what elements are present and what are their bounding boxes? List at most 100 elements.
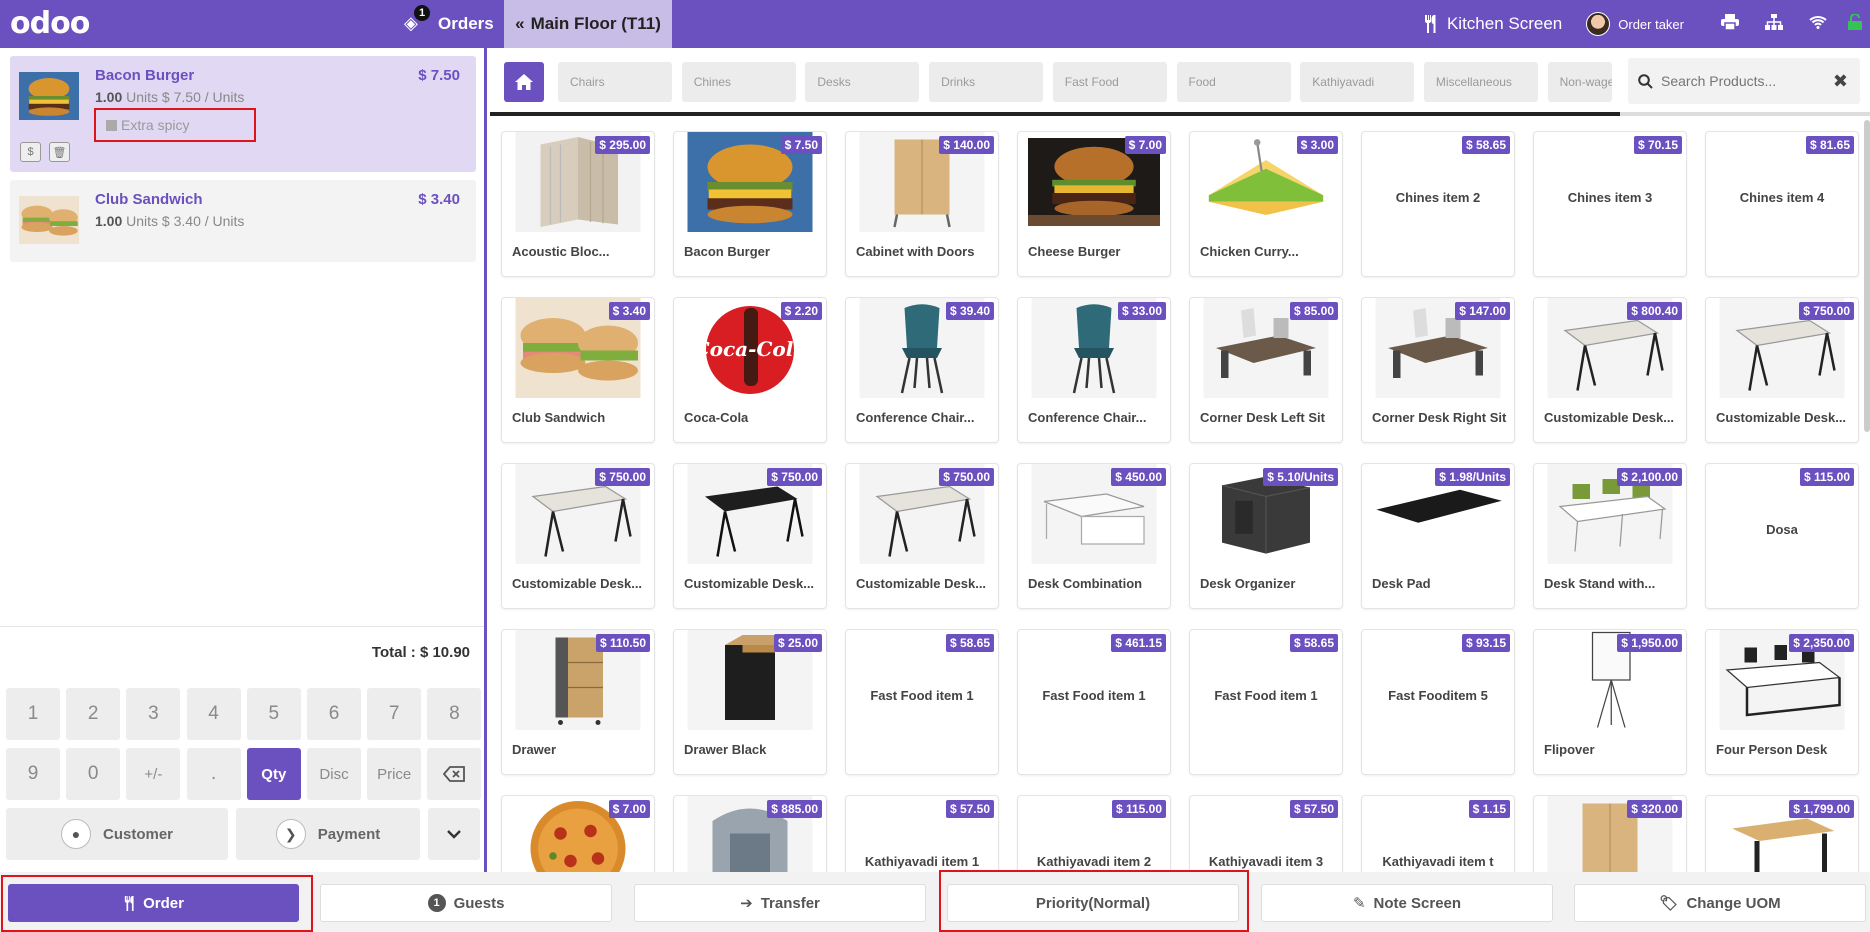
product-card[interactable]: $ 33.00 Conference Chair...	[1018, 298, 1170, 442]
numpad-key-0[interactable]: 0	[66, 748, 121, 800]
trash-icon[interactable]: 🗑	[49, 142, 70, 162]
category-chairs[interactable]: Chairs	[558, 62, 672, 102]
numpad-key-1[interactable]: 1	[6, 688, 60, 740]
numpad-key-4[interactable]: 4	[186, 688, 241, 740]
category-fast-food[interactable]: Fast Food	[1052, 62, 1167, 102]
product-card[interactable]: $ 147.00 Corner Desk Right Sit	[1362, 298, 1514, 442]
home-icon[interactable]	[504, 62, 544, 102]
payment-button[interactable]: ❯ Payment	[236, 808, 420, 860]
product-card[interactable]: $ 750.00 Customizable Desk...	[846, 464, 998, 608]
kitchen-screen-button[interactable]: Kitchen Screen	[1423, 14, 1562, 34]
guests-button[interactable]: 1 Guests	[320, 884, 612, 922]
product-card[interactable]: $ 3.40 Club Sandwich	[502, 298, 654, 442]
product-card[interactable]: $ 800.40 Customizable Desk...	[1534, 298, 1686, 442]
product-card[interactable]: $ 1,799.00	[1706, 796, 1858, 872]
category-kathiyavadi[interactable]: Kathiyavadi	[1300, 62, 1415, 102]
floor-button[interactable]: « Main Floor (T11)	[504, 0, 672, 48]
product-card[interactable]: $ 2,350.00 Four Person Desk	[1706, 630, 1858, 774]
note-screen-button-label: Note Screen	[1373, 894, 1462, 912]
note-screen-button[interactable]: ✎ Note Screen	[1261, 884, 1553, 922]
line-detail: 1.00 Units $ 7.50 / Units	[95, 89, 244, 105]
product-card[interactable]: $ 7.50 Bacon Burger	[674, 132, 826, 276]
chevron-down-icon[interactable]	[428, 808, 480, 860]
numpad-key-8[interactable]: 8	[427, 688, 482, 740]
clear-search-icon[interactable]: ✖	[1833, 71, 1848, 92]
category-drinks[interactable]: Drinks	[929, 62, 1044, 102]
category-food[interactable]: Food	[1176, 62, 1291, 102]
transfer-button[interactable]: ➔ Transfer	[634, 884, 926, 922]
category-non-wage[interactable]: Non-wage	[1547, 62, 1612, 102]
odoo-logo[interactable]: odoo	[10, 9, 90, 39]
numpad-key-5[interactable]: 5	[246, 688, 301, 740]
product-card[interactable]: $ 115.00 Dosa	[1706, 464, 1858, 608]
product-price-tag: $ 1.98/Units	[1435, 468, 1510, 486]
product-card[interactable]: $ 1,950.00 Flipover	[1534, 630, 1686, 774]
product-card[interactable]: $ 750.00 Customizable Desk...	[674, 464, 826, 608]
product-card[interactable]: $ 7.00 Cheese Burger	[1018, 132, 1170, 276]
product-card[interactable]: $ 110.50 Drawer	[502, 630, 654, 774]
unlock-icon[interactable]	[1840, 12, 1870, 35]
change-uom-button[interactable]: 🏷 Change UOM	[1574, 884, 1866, 922]
product-card[interactable]: $ 461.15 Fast Food item 1	[1018, 630, 1170, 774]
numpad-key-9[interactable]: 9	[6, 748, 60, 800]
numpad-key-3[interactable]: 3	[126, 688, 181, 740]
product-card[interactable]: $ 57.50 Kathiyavadi item 3	[1190, 796, 1342, 872]
product-card[interactable]: $ 58.65 Fast Food item 1	[846, 630, 998, 774]
backspace-icon[interactable]	[427, 748, 482, 800]
printer-icon[interactable]	[1708, 13, 1752, 35]
numpad-key-7[interactable]: 7	[367, 688, 422, 740]
product-card[interactable]: $ 885.00	[674, 796, 826, 872]
product-card[interactable]: $ 2,100.00 Desk Stand with...	[1534, 464, 1686, 608]
product-card[interactable]: $ 93.15 Fast Fooditem 5	[1362, 630, 1514, 774]
product-card[interactable]: $ 750.00 Customizable Desk...	[1706, 298, 1858, 442]
numpad-key-2[interactable]: 2	[66, 688, 121, 740]
line-detail: 1.00 Units $ 3.40 / Units	[95, 213, 244, 229]
product-card[interactable]: $ 57.50 Kathiyavadi item 1	[846, 796, 998, 872]
svg-text:Coca-Cola: Coca-Cola	[694, 337, 807, 361]
product-card[interactable]: $ 1.98/Units Desk Pad	[1362, 464, 1514, 608]
transfer-button-label: Transfer	[760, 894, 820, 912]
customer-button[interactable]: ● Customer	[6, 808, 228, 860]
price-button[interactable]: $	[20, 142, 41, 162]
numpad-key-qty[interactable]: Qty	[246, 748, 301, 800]
orders-button[interactable]: ◈ 1 Orders	[404, 0, 494, 48]
product-card[interactable]: $ 320.00	[1534, 796, 1686, 872]
order-line[interactable]: Club Sandwich $ 3.40 1.00 Units $ 3.40 /…	[10, 180, 476, 262]
product-card[interactable]: $ 85.00 Corner Desk Left Sit	[1190, 298, 1342, 442]
product-card[interactable]: $ 295.00 Acoustic Bloc...	[502, 132, 654, 276]
product-card[interactable]: $ 140.00 Cabinet with Doors	[846, 132, 998, 276]
product-card[interactable]: $ 450.00 Desk Combination	[1018, 464, 1170, 608]
category-miscellaneous[interactable]: Miscellaneous	[1423, 62, 1538, 102]
product-card[interactable]: $ 1.15 Kathiyavadi item t	[1362, 796, 1514, 872]
product-card[interactable]: $ 70.15 Chines item 3	[1534, 132, 1686, 276]
search-box[interactable]: ✖	[1628, 58, 1860, 104]
numpad-key--[interactable]: +/-	[126, 748, 181, 800]
product-card[interactable]: $ 25.00 Drawer Black	[674, 630, 826, 774]
category-chines[interactable]: Chines	[681, 62, 796, 102]
product-card[interactable]: $ 58.65 Chines item 2	[1362, 132, 1514, 276]
product-card[interactable]: $ 5.10/Units Desk Organizer	[1190, 464, 1342, 608]
product-card[interactable]: $ 39.40 Conference Chair...	[846, 298, 998, 442]
user-menu[interactable]: Order taker	[1586, 12, 1684, 36]
order-line[interactable]: Bacon Burger $ 7.50 1.00 Units $ 7.50 / …	[10, 56, 476, 172]
numpad-key-disc[interactable]: Disc	[307, 748, 361, 800]
product-name: Flipover	[1544, 742, 1595, 757]
product-card[interactable]: $ 3.00 Chicken Curry...	[1190, 132, 1342, 276]
line-note[interactable]: Extra spicy	[94, 108, 256, 142]
product-grid-scrollbar[interactable]	[1864, 120, 1870, 432]
sitemap-icon[interactable]	[1752, 13, 1796, 35]
numpad-key-6[interactable]: 6	[307, 688, 361, 740]
line-product-name: Club Sandwich	[95, 191, 203, 208]
product-card[interactable]: $ 7.00	[502, 796, 654, 872]
search-input[interactable]	[1661, 73, 1831, 89]
numpad-key-price[interactable]: Price	[367, 748, 422, 800]
product-card[interactable]: $ 81.65 Chines item 4	[1706, 132, 1858, 276]
product-card[interactable]: $ 58.65 Fast Food item 1	[1190, 630, 1342, 774]
product-card[interactable]: Coca-Cola $ 2.20 Coca-Cola	[674, 298, 826, 442]
product-card[interactable]: $ 115.00 Kathiyavadi item 2	[1018, 796, 1170, 872]
product-name: Cabinet with Doors	[856, 244, 975, 259]
product-card[interactable]: $ 750.00 Customizable Desk...	[502, 464, 654, 608]
numpad-key--[interactable]: .	[186, 748, 241, 800]
category-desks[interactable]: Desks	[805, 62, 920, 102]
wifi-icon[interactable]	[1796, 14, 1840, 34]
